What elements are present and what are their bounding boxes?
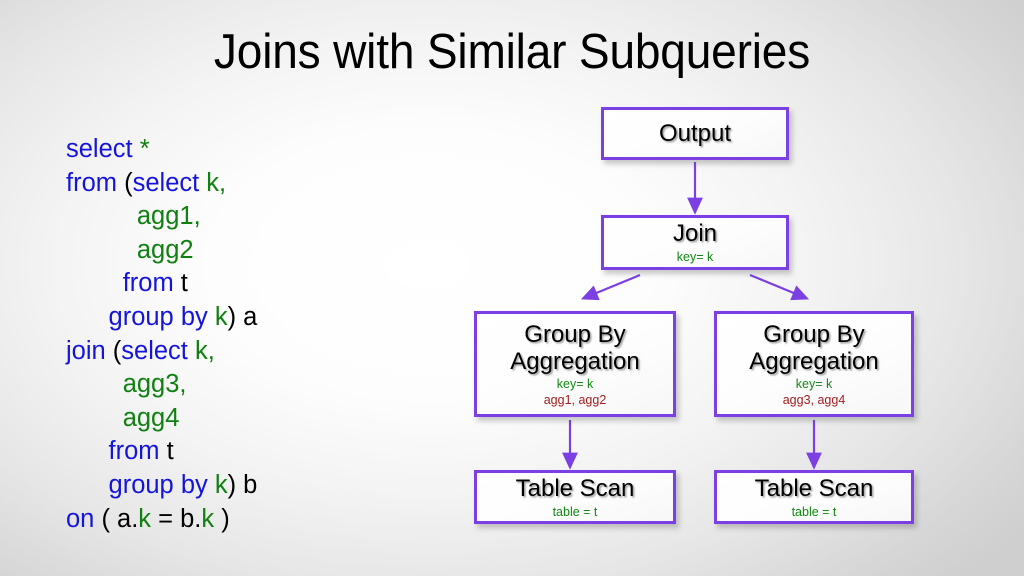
node-table-scan-left-title: Table Scan	[515, 474, 635, 502]
node-group-by-aggregation-right[interactable]: Group By Aggregation key= k agg3, agg4	[714, 311, 914, 417]
node-table-scan-right[interactable]: Table Scan table = t	[714, 470, 914, 524]
node-table-scan-left[interactable]: Table Scan table = t	[474, 470, 676, 524]
node-table-scan-left-table: table = t	[552, 504, 598, 519]
node-group-by-aggregation-right-aggs: agg3, agg4	[782, 392, 846, 407]
node-join[interactable]: Join key= k	[601, 215, 789, 270]
node-group-by-aggregation-right-key: key= k	[795, 376, 833, 391]
query-plan-diagram: Output Join key= k Group By Aggregation …	[0, 0, 1024, 576]
node-output-title: Output	[658, 119, 732, 147]
node-table-scan-right-title: Table Scan	[754, 474, 874, 502]
node-table-scan-right-table: table = t	[791, 504, 837, 519]
arrow-join-to-group-by-left	[580, 273, 641, 301]
node-group-by-aggregation-right-title: Group By Aggregation	[749, 320, 879, 375]
slide-canvas: Joins with Similar Subqueries select * fr…	[0, 0, 1024, 576]
node-output[interactable]: Output	[601, 107, 789, 160]
arrow-join-to-group-by-right	[749, 273, 810, 301]
node-group-by-aggregation-left-title: Group By Aggregation	[510, 320, 640, 375]
node-join-title: Join	[672, 220, 718, 247]
node-group-by-aggregation-left-key: key= k	[556, 376, 594, 391]
node-group-by-aggregation-left-aggs: agg1, agg2	[543, 392, 607, 407]
node-group-by-aggregation-left[interactable]: Group By Aggregation key= k agg1, agg2	[474, 311, 676, 417]
node-join-key: key= k	[676, 250, 714, 264]
